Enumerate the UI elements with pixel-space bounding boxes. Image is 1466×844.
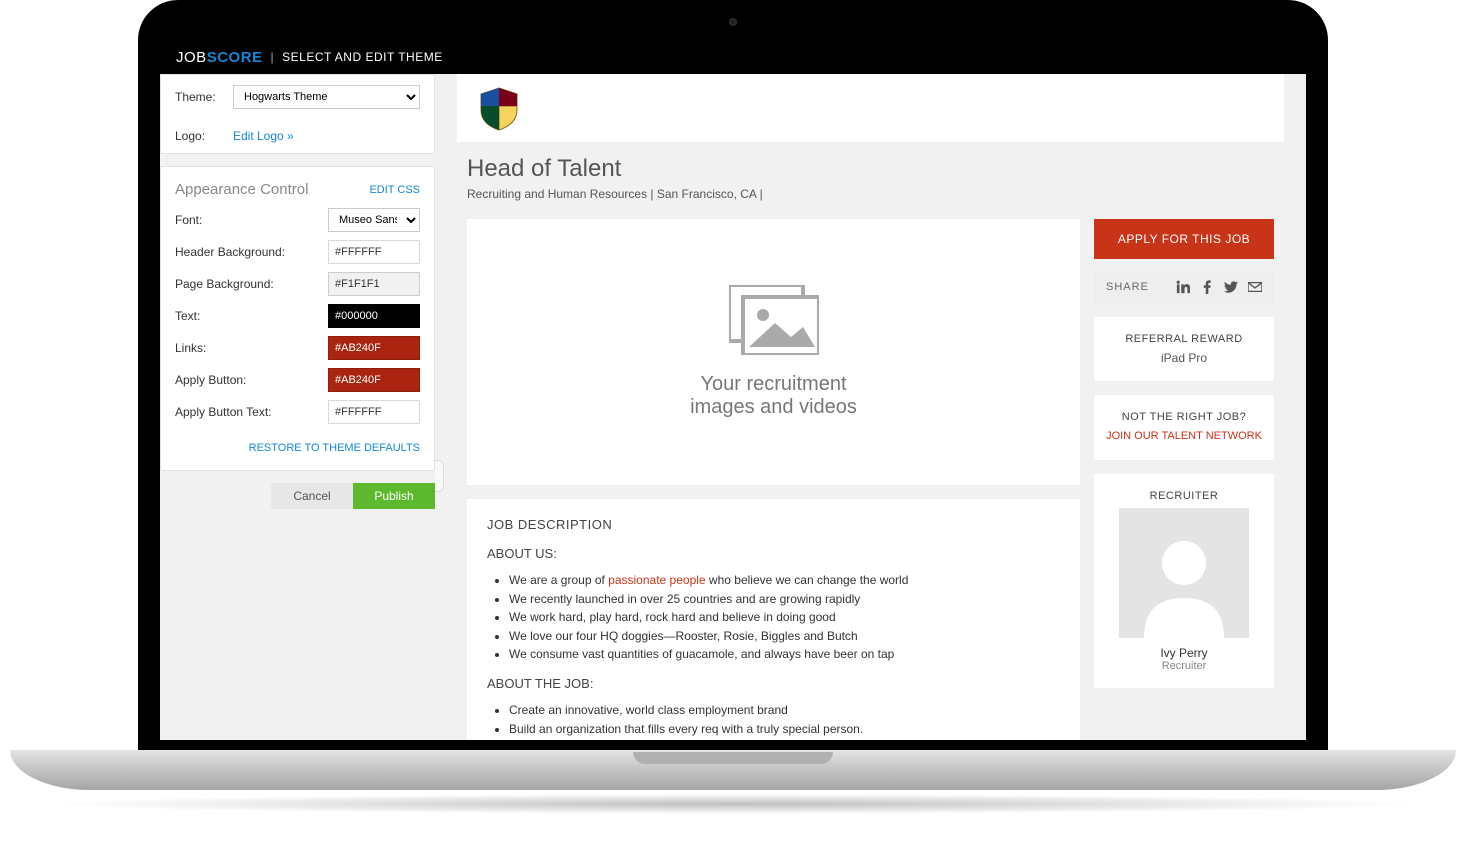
app-header: JOBSCORE | SELECT AND EDIT THEME (160, 40, 1306, 74)
company-crest-icon (475, 84, 523, 132)
laptop-notch (633, 752, 833, 764)
list-item: Create an innovative, world class employ… (509, 701, 1060, 720)
theme-panel: Theme: Hogwarts Theme Logo: Edit Logo » (160, 74, 435, 154)
font-select[interactable]: Museo Sans (328, 208, 420, 232)
list-item: We are a group of passionate people who … (509, 571, 1060, 590)
appearance-heading-row: Appearance Control EDIT CSS (161, 167, 434, 204)
color-input[interactable] (328, 272, 420, 296)
content-columns: Your recruitment images and videos JOB D… (457, 219, 1284, 740)
recruiter-avatar (1119, 508, 1249, 638)
cancel-button[interactable]: Cancel (271, 483, 353, 509)
referral-card: REFERRAL REWARD iPad Pro (1094, 317, 1274, 381)
color-input[interactable] (328, 400, 420, 424)
appearance-heading: Appearance Control (175, 181, 308, 198)
list-item: Coach recruiters and hiring managers on … (509, 738, 1060, 740)
color-row: Apply Button: (161, 364, 434, 396)
main-column: Your recruitment images and videos JOB D… (467, 219, 1080, 740)
apply-button[interactable]: APPLY FOR THIS JOB (1094, 219, 1274, 259)
preview-pane: Head of Talent Recruiting and Human Reso… (435, 74, 1306, 740)
media-placeholder: Your recruitment images and videos (467, 219, 1080, 485)
list-item: We work hard, play hard, rock hard and b… (509, 608, 1060, 627)
edit-logo-link[interactable]: Edit Logo » (233, 129, 294, 143)
sidebar-button-row: Cancel Publish (160, 483, 435, 509)
preview-header-bar (457, 74, 1284, 143)
title-block: Head of Talent Recruiting and Human Reso… (457, 143, 1284, 219)
restore-row: RESTORE TO THEME DEFAULTS (161, 428, 434, 470)
publish-button[interactable]: Publish (353, 483, 435, 509)
linkedin-icon[interactable] (1176, 280, 1190, 294)
list-item: We recently launched in over 25 countrie… (509, 590, 1060, 609)
color-label: Apply Button: (175, 373, 328, 387)
about-us-list: We are a group of passionate people who … (487, 571, 1060, 664)
color-label: Page Background: (175, 277, 328, 291)
color-rows: Header Background: Page Background: Text: L… (161, 236, 434, 428)
job-title: Head of Talent (467, 155, 1274, 183)
theme-select[interactable]: Hogwarts Theme (233, 85, 420, 109)
color-row: Links: (161, 332, 434, 364)
side-column: APPLY FOR THIS JOB SHARE REFERRAL REWARD (1094, 219, 1274, 740)
referral-value: iPad Pro (1104, 351, 1264, 365)
color-row: Text: (161, 300, 434, 332)
laptop-shadow (40, 794, 1426, 814)
laptop-camera (729, 18, 737, 26)
font-row: Font: Museo Sans (161, 204, 434, 236)
job-meta: Recruiting and Human Resources | San Fra… (467, 187, 1274, 201)
recruiter-heading: RECRUITER (1104, 490, 1264, 502)
appearance-panel: Appearance Control EDIT CSS Font: Museo … (160, 166, 435, 471)
logo-part1: JOB (176, 49, 207, 66)
laptop-body: JOBSCORE | SELECT AND EDIT THEME Theme: … (138, 0, 1328, 758)
email-icon[interactable] (1248, 280, 1262, 294)
media-line1: Your recruitment (701, 373, 847, 396)
recruiter-card: RECRUITER Ivy Perry Recruiter (1094, 474, 1274, 688)
color-input[interactable] (328, 368, 420, 392)
media-placeholder-icon (729, 285, 819, 355)
not-right-job-card: NOT THE RIGHT JOB? JOIN OUR TALENT NETWO… (1094, 395, 1274, 460)
about-job-list: Create an innovative, world class employ… (487, 701, 1060, 740)
recruiter-role: Recruiter (1104, 660, 1264, 672)
color-row: Header Background: (161, 236, 434, 268)
list-item: Build an organization that fills every r… (509, 720, 1060, 739)
sidebar: Theme: Hogwarts Theme Logo: Edit Logo » (160, 74, 435, 740)
referral-heading: REFERRAL REWARD (1104, 333, 1264, 345)
list-item: We consume vast quantities of guacamole,… (509, 645, 1060, 664)
media-line2: images and videos (690, 396, 857, 419)
font-label: Font: (175, 213, 328, 227)
about-job-heading: ABOUT THE JOB: (487, 676, 1060, 691)
color-input[interactable] (328, 336, 420, 360)
app-body: Theme: Hogwarts Theme Logo: Edit Logo » (160, 74, 1306, 740)
color-label: Text: (175, 309, 328, 323)
logo-label: Logo: (175, 129, 233, 143)
page-title: SELECT AND EDIT THEME (282, 50, 443, 64)
color-label: Header Background: (175, 245, 328, 259)
color-input[interactable] (328, 240, 420, 264)
laptop-mockup: JOBSCORE | SELECT AND EDIT THEME Theme: … (0, 0, 1466, 844)
list-item: We love our four HQ doggies—Rooster, Ros… (509, 627, 1060, 646)
theme-label: Theme: (175, 90, 233, 104)
share-box: SHARE (1094, 271, 1274, 303)
not-right-heading: NOT THE RIGHT JOB? (1104, 411, 1264, 423)
talent-network-link[interactable]: JOIN OUR TALENT NETWORK (1104, 429, 1264, 444)
share-label: SHARE (1106, 281, 1149, 293)
logo-row: Logo: Edit Logo » (161, 119, 434, 153)
logo-part2: SCORE (207, 49, 263, 66)
header-divider: | (271, 50, 275, 64)
recruiter-name: Ivy Perry (1104, 646, 1264, 660)
color-row: Page Background: (161, 268, 434, 300)
color-input[interactable] (328, 304, 420, 328)
job-description-heading: JOB DESCRIPTION (487, 517, 1060, 532)
color-label: Links: (175, 341, 328, 355)
app-screen: JOBSCORE | SELECT AND EDIT THEME Theme: … (160, 40, 1306, 740)
theme-row: Theme: Hogwarts Theme (161, 75, 434, 119)
avatar-silhouette-icon (1134, 528, 1234, 638)
facebook-icon[interactable] (1200, 280, 1214, 294)
color-row: Apply Button Text: (161, 396, 434, 428)
twitter-icon[interactable] (1224, 280, 1238, 294)
about-us-heading: ABOUT US: (487, 546, 1060, 561)
color-label: Apply Button Text: (175, 405, 328, 419)
sidebar-splitter[interactable] (435, 460, 444, 492)
restore-defaults-link[interactable]: RESTORE TO THEME DEFAULTS (249, 442, 420, 454)
edit-css-link[interactable]: EDIT CSS (369, 184, 420, 196)
inline-link[interactable]: passionate people (608, 573, 705, 587)
job-description-card: JOB DESCRIPTION ABOUT US: We are a group… (467, 499, 1080, 740)
